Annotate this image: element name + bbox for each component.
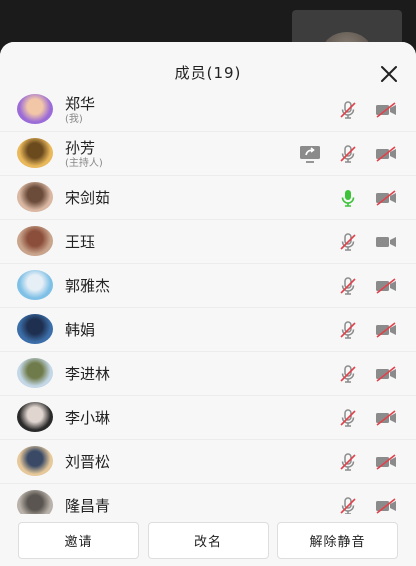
- camera-off-icon[interactable]: [374, 362, 398, 386]
- member-role: (主持人): [65, 157, 103, 169]
- member-row[interactable]: 孙芳 (主持人): [0, 132, 416, 176]
- member-status-icons: [322, 396, 398, 440]
- microphone-muted-icon[interactable]: [336, 230, 360, 254]
- microphone-muted-icon[interactable]: [336, 318, 360, 342]
- camera-icon[interactable]: [374, 230, 398, 254]
- member-status-icons: [284, 132, 398, 176]
- member-name: 宋剑茹: [65, 189, 111, 207]
- panel-header: 成员(19): [0, 42, 416, 88]
- avatar: [17, 270, 53, 300]
- avatar: [17, 182, 53, 212]
- member-name: 郭雅杰: [65, 277, 111, 295]
- member-name: 刘晋松: [65, 453, 111, 471]
- member-row[interactable]: 宋剑茹: [0, 176, 416, 220]
- member-name: 孙芳: [65, 138, 96, 157]
- member-name-block: 王珏: [65, 220, 95, 264]
- camera-off-icon[interactable]: [374, 318, 398, 342]
- member-name-block: 郭雅杰: [65, 264, 110, 308]
- member-row[interactable]: 刘晋松: [0, 440, 416, 484]
- member-name-block: 孙芳 (主持人): [65, 132, 103, 176]
- member-name-block: 刘晋松: [65, 440, 110, 484]
- microphone-muted-icon[interactable]: [336, 494, 360, 514]
- microphone-muted-icon[interactable]: [336, 406, 360, 430]
- microphone-muted-icon[interactable]: [336, 274, 360, 298]
- member-name-block: 宋剑茹: [65, 176, 110, 220]
- member-row[interactable]: 郑华 (我): [0, 88, 416, 132]
- member-name-block: 韩娟: [65, 308, 95, 352]
- microphone-icon[interactable]: [336, 186, 360, 210]
- member-name: 王珏: [65, 233, 96, 251]
- member-row[interactable]: 王珏: [0, 220, 416, 264]
- member-status-icons: [322, 484, 398, 514]
- camera-off-icon[interactable]: [374, 142, 398, 166]
- camera-off-icon[interactable]: [374, 406, 398, 430]
- avatar: [17, 314, 53, 344]
- member-name: 隆昌青: [65, 497, 111, 514]
- avatar: [17, 226, 53, 256]
- member-status-icons: [322, 352, 398, 396]
- microphone-muted-icon[interactable]: [336, 450, 360, 474]
- member-name-block: 郑华 (我): [65, 88, 95, 132]
- member-name: 郑华: [65, 94, 96, 113]
- member-status-icons: [322, 264, 398, 308]
- avatar: [17, 358, 53, 388]
- avatar: [17, 402, 53, 432]
- camera-off-icon[interactable]: [374, 494, 398, 514]
- member-status-icons: [322, 440, 398, 484]
- member-name: 李小琳: [65, 409, 111, 427]
- member-status-icons: [322, 308, 398, 352]
- member-row[interactable]: 李小琳: [0, 396, 416, 440]
- member-name-block: 李小琳: [65, 396, 110, 440]
- panel-title: 成员(19): [174, 64, 242, 82]
- avatar: [17, 94, 53, 124]
- camera-off-icon[interactable]: [374, 450, 398, 474]
- camera-off-icon[interactable]: [374, 98, 398, 122]
- avatar: [17, 138, 53, 168]
- microphone-muted-icon[interactable]: [336, 98, 360, 122]
- member-name: 韩娟: [65, 321, 96, 339]
- member-list[interactable]: 郑华 (我) 孙芳 (主持人) 宋剑茹 王珏 郭雅杰 韩娟 李进林 李小琳 刘晋松 隆昌青: [0, 88, 416, 514]
- unmute-button[interactable]: 解除静音: [277, 522, 398, 559]
- member-status-icons: [322, 88, 398, 132]
- member-name-block: 李进林: [65, 352, 110, 396]
- member-name: 李进林: [65, 365, 111, 383]
- screen-share-icon[interactable]: [298, 142, 322, 166]
- camera-off-icon[interactable]: [374, 274, 398, 298]
- member-row[interactable]: 韩娟: [0, 308, 416, 352]
- member-name-block: 隆昌青: [65, 484, 110, 514]
- member-status-icons: [322, 176, 398, 220]
- close-icon[interactable]: [379, 64, 399, 84]
- microphone-muted-icon[interactable]: [336, 362, 360, 386]
- member-role: (我): [65, 113, 83, 125]
- invite-button[interactable]: 邀请: [18, 522, 139, 559]
- member-status-icons: [322, 220, 398, 264]
- rename-button[interactable]: 改名: [147, 522, 269, 559]
- avatar: [17, 446, 53, 476]
- member-row[interactable]: 郭雅杰: [0, 264, 416, 308]
- camera-off-icon[interactable]: [374, 186, 398, 210]
- microphone-muted-icon[interactable]: [336, 142, 360, 166]
- avatar: [17, 490, 53, 514]
- member-row[interactable]: 隆昌青: [0, 484, 416, 514]
- member-row[interactable]: 李进林: [0, 352, 416, 396]
- panel-footer: 邀请 改名 解除静音: [0, 514, 416, 566]
- members-panel: 成员(19) 郑华 (我) 孙芳 (主持人) 宋剑茹 王珏 郭雅杰 韩娟 李进林 李小琳 刘晋松 隆昌…: [0, 42, 416, 566]
